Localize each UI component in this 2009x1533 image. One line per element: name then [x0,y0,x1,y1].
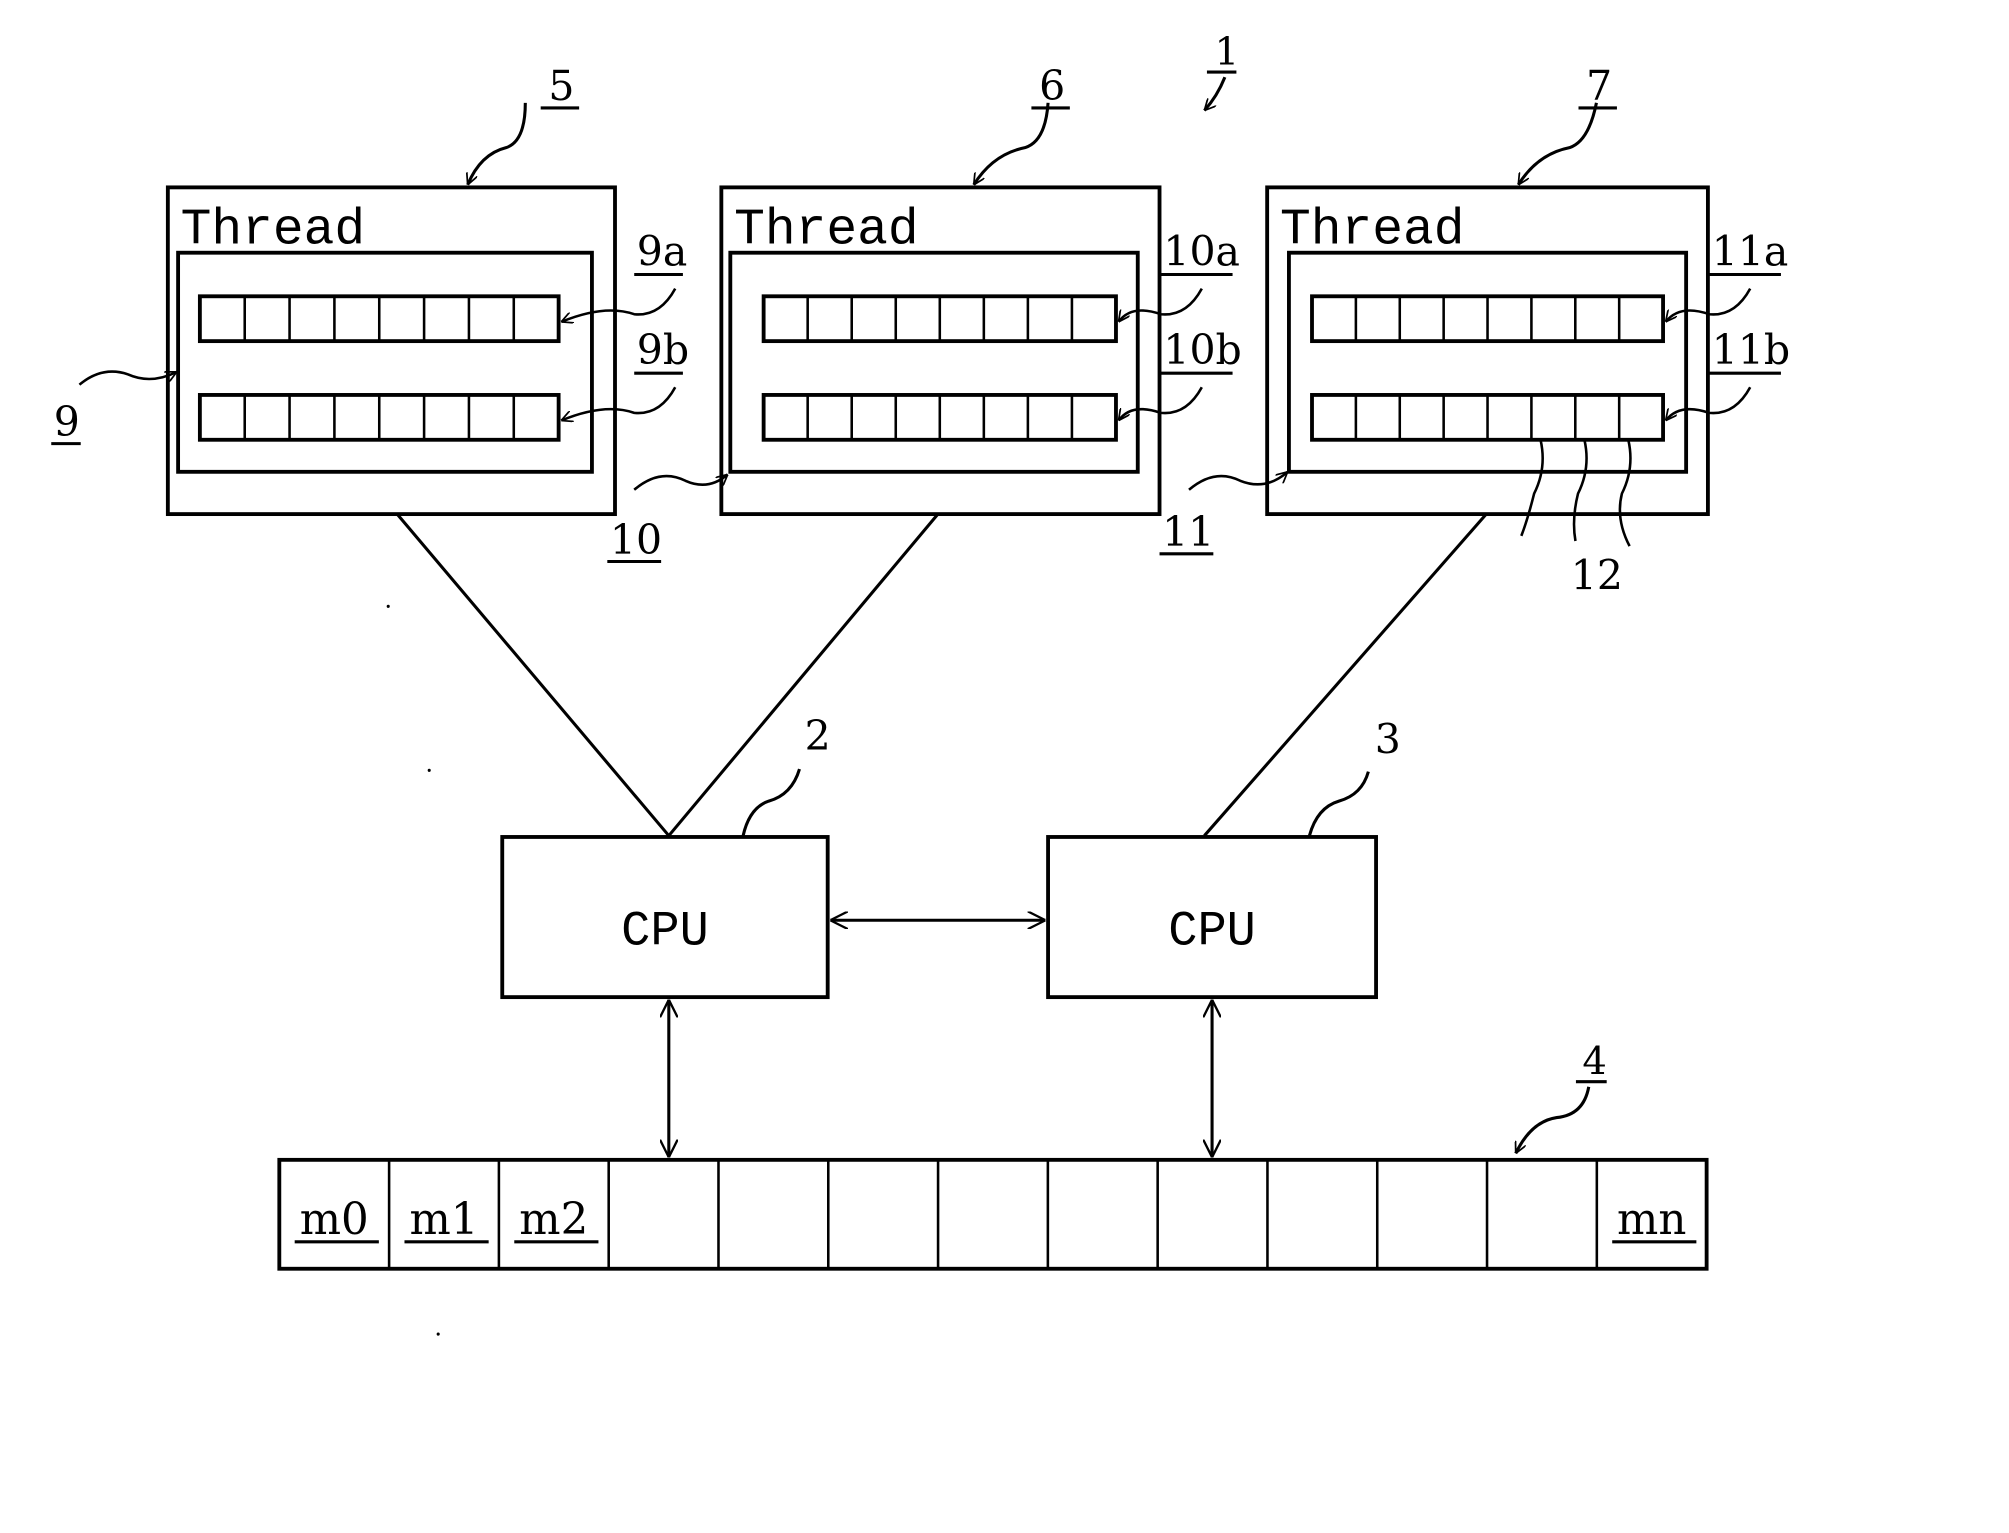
register-set-leader [633,474,728,491]
register-row-leader [561,287,677,322]
memory-cell: m1 [387,1159,489,1269]
register-set-ref: 10 [610,516,662,564]
thread-6: Thread61010a10b [607,62,1242,564]
thread-ref-label: 7 [1586,62,1612,110]
cpu-2-ref: 2 [805,712,831,760]
speck [436,1332,440,1336]
register-set-leader [1188,472,1288,491]
register-row-ref: 11a [1712,228,1789,276]
register-row-ref: 9a [637,228,688,276]
thread6-cpu2-line [667,513,940,837]
cpu-2: CPU 2 [500,712,831,1000]
memory-cell: m2 [497,1159,599,1269]
memory-cell-label: m2 [519,1195,588,1245]
register-row-10b: 10b [761,326,1242,442]
cpu-3-label: CPU [1168,904,1256,960]
system-reference: 1 [1204,29,1239,110]
cpu-3-ref: 3 [1375,716,1401,764]
cpu-3: CPU 3 [1046,716,1401,1000]
memory-ref-label: 4 [1582,1039,1606,1084]
memory-cell-label: m0 [300,1195,369,1245]
thread-ref-arrow [1516,102,1598,185]
memory-array: m0 m1 m2 mn [277,1157,1709,1271]
cpu-3-leader [1307,771,1370,837]
thread-ref-arrow [972,102,1050,185]
register-row-ref: 11b [1712,326,1790,374]
register-set-leader [78,370,176,386]
thread-ref-label: 5 [548,62,574,110]
thread-ref-arrow [468,102,527,185]
speck [427,768,431,772]
register-row-ref: 10a [1163,228,1240,276]
register-row-leader [561,386,677,420]
cpu-2-label: CPU [621,904,709,960]
register-set-ref: 9 [54,398,80,446]
cell-leader [1618,439,1632,547]
system-ref-label: 1 [1215,29,1239,74]
register-set-ref: 11 [1162,508,1214,556]
cell-leader [1572,439,1588,542]
memory-reference: 4 [1514,1039,1607,1154]
cell-leader [1520,439,1544,537]
register-row-ref: 10b [1163,326,1241,374]
thread-ref-label: 6 [1039,62,1065,110]
memory-ref-arrow [1514,1086,1591,1154]
memory-cell-label: m1 [410,1195,479,1245]
thread-5: Thread599a9b [51,62,689,517]
memory-cell: m0 [294,1195,379,1245]
figure-canvas: 1 Thread599a9bThread61010a10bThread71111… [51,29,1790,1336]
memory-box [277,1157,1709,1271]
memory-cell: mn [1595,1159,1697,1269]
cell-ref-label: 12 [1571,552,1623,600]
speck [386,604,390,608]
system-ref-arrow [1204,76,1227,110]
register-row-11b: 11b [1310,326,1790,442]
thread7-cpu3-line [1203,513,1488,837]
thread-7: Thread71111a11b12 [1159,62,1790,600]
register-row-ref: 9b [637,326,689,374]
cpu-2-leader [741,768,801,837]
memory-cell-label: mn [1617,1195,1686,1245]
threads-group: Thread599a9bThread61010a10bThread71111a1… [51,62,1790,600]
